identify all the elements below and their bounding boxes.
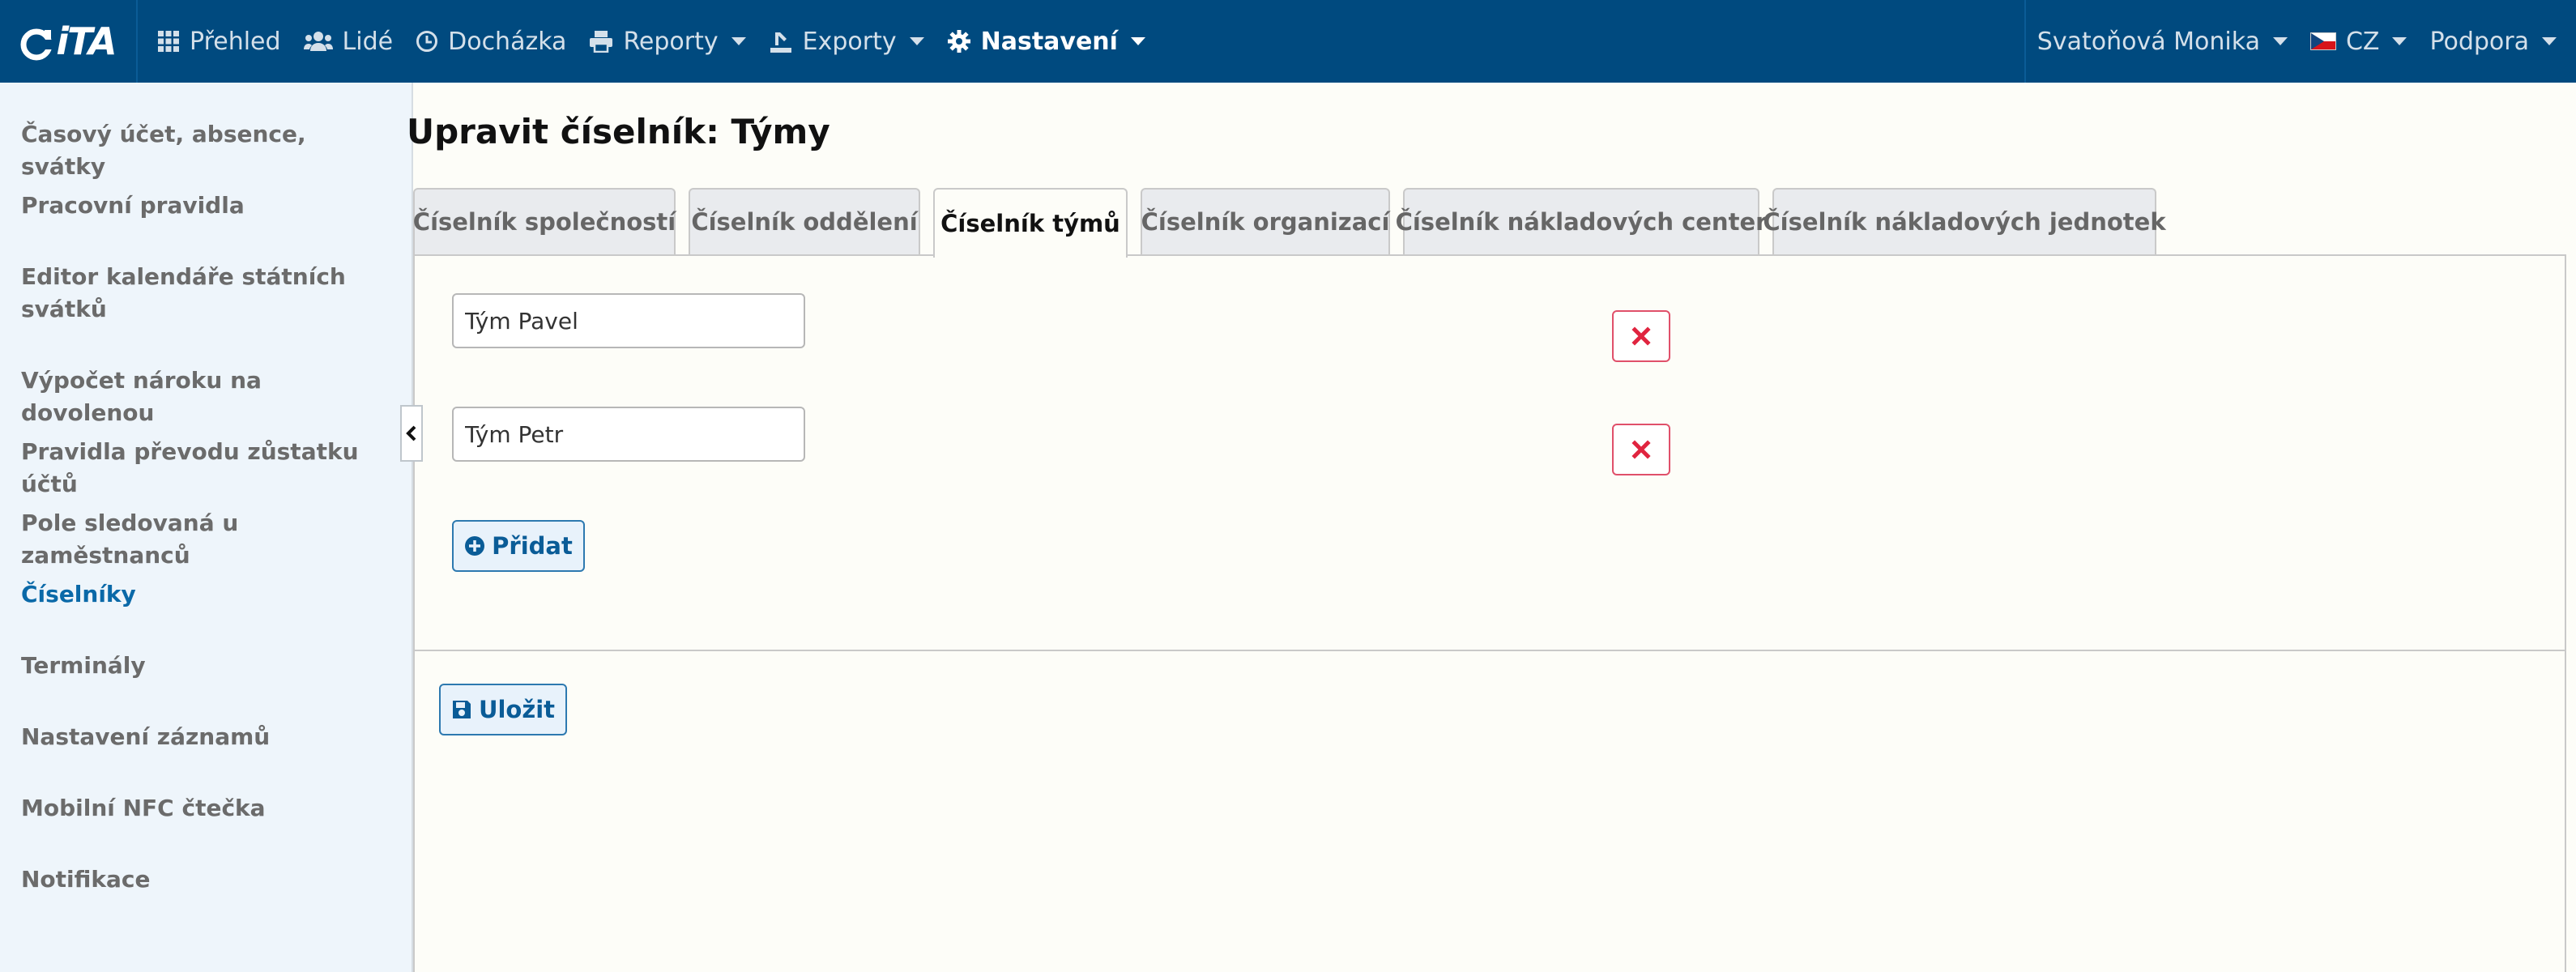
support-menu[interactable]: Podpora	[2418, 0, 2576, 83]
tab-companies[interactable]: Číselník společností	[413, 188, 676, 254]
sidebar-item-codelists[interactable]: Číselníky	[21, 578, 386, 611]
tab-organizations[interactable]: Číselník organizací	[1141, 188, 1390, 254]
logo-mark-icon	[20, 28, 57, 60]
sidebar-item-holiday-calendar[interactable]: Editor kalendáře státních svátků	[21, 261, 361, 326]
nav-item-lide[interactable]: Lidé	[292, 0, 405, 83]
codelist-panel	[413, 254, 2566, 972]
tab-departments[interactable]: Číselník oddělení	[689, 188, 920, 254]
logo-label: iTA	[56, 19, 117, 63]
nav-label: Exporty	[802, 27, 897, 56]
chevron-down-icon	[731, 37, 746, 45]
nav-item-reporty[interactable]: Reporty	[578, 0, 757, 83]
panel-divider	[413, 650, 2566, 651]
close-icon	[1631, 326, 1651, 346]
sidebar-item-balance-transfer[interactable]: Pravidla převodu zůstatku účtů	[21, 436, 386, 501]
sidebar-item-work-rules[interactable]: Pracovní pravidla	[21, 190, 386, 222]
floppy-disk-icon	[451, 699, 472, 720]
language-menu[interactable]: CZ	[2299, 0, 2419, 83]
sidebar-item-employee-fields[interactable]: Pole sledovaná u zaměstnanců	[21, 507, 386, 572]
team-name-input[interactable]	[452, 407, 805, 462]
save-label: Uložit	[478, 696, 556, 723]
tab-cost-centers[interactable]: Číselník nákladových center	[1396, 188, 1767, 254]
nav-label: Docházka	[448, 27, 567, 56]
sidebar-item-nfc-reader[interactable]: Mobilní NFC čtečka	[21, 792, 386, 825]
tab-teams[interactable]: Číselník týmů	[933, 188, 1128, 258]
export-icon	[769, 29, 793, 53]
nav-item-exporty[interactable]: Exporty	[757, 0, 936, 83]
top-navbar: iTA Přehled Lidé Docházka Reporty Export…	[0, 0, 2576, 83]
users-icon	[303, 30, 333, 53]
delete-entry-button[interactable]	[1612, 424, 1670, 475]
sidebar-item-terminals[interactable]: Terminály	[21, 650, 386, 682]
tab-cost-units[interactable]: Číselník nákladových jednotek	[1763, 188, 2166, 254]
user-menu[interactable]: Svatoňová Monika	[2026, 0, 2299, 83]
chevron-left-icon	[406, 425, 416, 441]
chevron-down-icon	[2392, 37, 2408, 45]
grid-icon	[157, 30, 180, 53]
nav-label: Nastavení	[980, 27, 1118, 56]
close-icon	[1631, 440, 1651, 459]
sidebar-item-record-settings[interactable]: Nastavení záznamů	[21, 721, 386, 753]
nav-label: Lidé	[342, 27, 394, 56]
clock-icon	[416, 30, 438, 53]
add-label: Přidat	[492, 532, 573, 560]
page-title: Upravit číselník: Týmy	[407, 112, 830, 151]
save-button[interactable]: Uložit	[439, 684, 567, 735]
sidebar-collapse-button[interactable]	[400, 405, 423, 462]
team-name-input[interactable]	[452, 293, 805, 348]
nav-item-prehled[interactable]: Přehled	[146, 0, 292, 83]
nav-item-dochazka[interactable]: Docházka	[404, 0, 578, 83]
sidebar-item-time-account[interactable]: Časový účet, absence, svátky	[21, 118, 386, 183]
user-name: Svatoňová Monika	[2036, 27, 2260, 56]
czech-flag-icon	[2309, 32, 2336, 50]
logo-text: iTA	[20, 19, 117, 63]
nav-item-nastaveni[interactable]: Nastavení	[936, 0, 1157, 83]
language-label: CZ	[2345, 27, 2380, 56]
printer-icon	[589, 30, 613, 53]
chevron-down-icon	[1130, 37, 1145, 45]
app-logo[interactable]: iTA	[0, 0, 138, 83]
nav-label: Přehled	[190, 27, 281, 56]
add-entry-button[interactable]: Přidat	[452, 520, 585, 572]
support-label: Podpora	[2429, 27, 2529, 56]
chevron-down-icon	[2272, 37, 2288, 45]
nav-label: Reporty	[623, 27, 719, 56]
gear-icon	[947, 29, 971, 53]
chevron-down-icon	[2542, 37, 2557, 45]
sidebar-item-vacation-calc[interactable]: Výpočet nároku na dovolenou	[21, 364, 386, 429]
plus-circle-icon	[464, 535, 485, 556]
sidebar-item-notifications[interactable]: Notifikace	[21, 863, 386, 896]
settings-sidebar: Časový účet, absence, svátky Pracovní pr…	[0, 83, 413, 972]
nav-right-group: Svatoňová Monika CZ Podpora	[2024, 0, 2576, 83]
chevron-down-icon	[909, 37, 924, 45]
delete-entry-button[interactable]	[1612, 310, 1670, 362]
